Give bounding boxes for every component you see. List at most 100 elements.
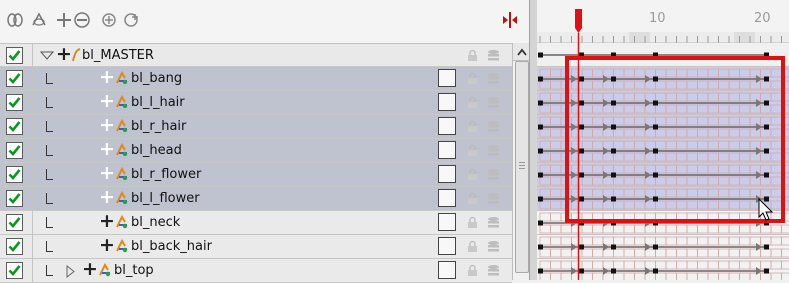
keyframe-marker: [764, 245, 769, 250]
keyframe-marker: [538, 245, 543, 250]
layer-color-swatch[interactable]: [438, 189, 456, 207]
layer-name[interactable]: bl_r_hair: [131, 119, 186, 134]
lock-icon[interactable]: [467, 216, 478, 229]
peg-plus-icon: +: [99, 116, 115, 135]
peg-plus-icon: +: [56, 45, 72, 64]
layer-visibility-checkbox[interactable]: [6, 70, 23, 87]
layer-name[interactable]: bl_back_hair: [131, 239, 212, 254]
tree-connector-icon: [46, 121, 53, 132]
keyframe-marker: [538, 125, 543, 130]
layer-color-swatch[interactable]: [438, 261, 456, 279]
playhead-handle: [575, 9, 582, 28]
layer-visibility-checkbox[interactable]: [6, 142, 23, 159]
layer-properties-icon[interactable]: [487, 144, 500, 157]
layer-properties-icon[interactable]: [487, 264, 500, 277]
onion-skin-alt-icon[interactable]: [30, 11, 48, 29]
keyframe-marker: [538, 101, 543, 106]
layer-row-master[interactable]: + bl_MASTER: [0, 43, 512, 67]
collapse-triangle-icon[interactable]: [40, 50, 54, 65]
add-layer-icon[interactable]: [100, 11, 118, 29]
keyframe-marker: [611, 149, 616, 154]
timeline-split-icon[interactable]: [501, 11, 519, 29]
keyframe-marker: [653, 197, 658, 202]
tree-connector-icon: [46, 73, 53, 84]
tree-connector-icon: [46, 265, 53, 276]
layer-properties-icon[interactable]: [487, 49, 500, 62]
lock-icon[interactable]: [467, 240, 478, 253]
layer-color-swatch[interactable]: [438, 141, 456, 159]
keyframe-marker: [538, 53, 543, 58]
lock-icon[interactable]: [467, 120, 478, 133]
layer-properties-icon[interactable]: [487, 96, 500, 109]
layer-name[interactable]: bl_bang: [131, 71, 182, 86]
function-curve-icon: [71, 48, 81, 66]
column-divider: [32, 259, 33, 283]
layer-row[interactable]: +bl_l_flower: [0, 187, 512, 211]
keyframe-marker: [764, 77, 769, 82]
layer-properties-icon[interactable]: [487, 168, 500, 181]
layer-name[interactable]: bl_l_hair: [131, 95, 185, 110]
lock-icon[interactable]: [467, 144, 478, 157]
layer-list-scrollbar[interactable]: [512, 43, 530, 280]
lock-icon[interactable]: [467, 72, 478, 85]
layer-properties-icon[interactable]: [487, 192, 500, 205]
layer-properties-icon[interactable]: [487, 120, 500, 133]
tree-connector-icon: [46, 97, 53, 108]
layer-name[interactable]: bl_r_flower: [131, 167, 201, 182]
peg-plus-icon: +: [99, 68, 115, 87]
keyframe-marker: [611, 101, 616, 106]
layer-visibility-checkbox[interactable]: [6, 94, 23, 111]
layer-name[interactable]: bl_neck: [131, 215, 180, 230]
layer-row[interactable]: +bl_neck: [0, 211, 512, 235]
ruler-shade: [629, 32, 650, 43]
layer-row[interactable]: +bl_l_hair: [0, 91, 512, 115]
layer-visibility-checkbox[interactable]: [6, 190, 23, 207]
drawing-layer-icon: [115, 167, 129, 181]
expand-all-icon[interactable]: [55, 11, 73, 29]
layer-color-swatch[interactable]: [438, 93, 456, 111]
lock-icon[interactable]: [467, 192, 478, 205]
layer-row[interactable]: + bl_bang: [0, 67, 512, 91]
lock-icon[interactable]: [467, 49, 478, 62]
layer-visibility-checkbox[interactable]: [6, 238, 23, 255]
layer-visibility-checkbox[interactable]: [6, 166, 23, 183]
layer-name[interactable]: bl_top: [114, 263, 154, 278]
lock-icon[interactable]: [467, 264, 478, 277]
layer-properties-icon[interactable]: [487, 216, 500, 229]
layer-color-swatch[interactable]: [438, 69, 456, 87]
keyframe-marker: [764, 101, 769, 106]
scroll-up-button[interactable]: [513, 43, 530, 61]
layer-visibility-checkbox[interactable]: [6, 262, 23, 279]
keyframe-marker: [653, 173, 658, 178]
layer-row[interactable]: +bl_back_hair: [0, 235, 512, 259]
layer-name[interactable]: bl_head: [131, 143, 182, 158]
lock-icon[interactable]: [467, 168, 478, 181]
layer-color-swatch[interactable]: [438, 165, 456, 183]
layer-row[interactable]: +bl_head: [0, 139, 512, 163]
layer-row[interactable]: +bl_r_flower: [0, 163, 512, 187]
keyframe-marker: [579, 77, 584, 82]
lock-icon[interactable]: [467, 96, 478, 109]
layer-name[interactable]: bl_MASTER: [82, 48, 154, 63]
drawing-layer-icon: [115, 191, 129, 205]
onion-skin-icon[interactable]: [6, 11, 24, 29]
keyframe-marker: [579, 173, 584, 178]
layer-visibility-checkbox[interactable]: [6, 47, 23, 64]
layer-name[interactable]: bl_l_flower: [131, 191, 200, 206]
layer-properties-icon[interactable]: [487, 72, 500, 85]
layer-color-swatch[interactable]: [438, 237, 456, 255]
layer-visibility-checkbox[interactable]: [6, 214, 23, 231]
scrollbar-thumb[interactable]: [515, 61, 529, 273]
layer-properties-icon[interactable]: [487, 240, 500, 253]
layer-row[interactable]: + bl_r_hair: [0, 115, 512, 139]
column-divider: [32, 67, 33, 91]
expand-triangle-icon[interactable]: [66, 265, 75, 282]
keyframe-marker: [579, 125, 584, 130]
collapse-all-icon[interactable]: [73, 11, 91, 29]
timeline-canvas[interactable]: [537, 0, 789, 280]
layer-color-swatch[interactable]: [438, 213, 456, 231]
layer-color-swatch[interactable]: [438, 117, 456, 135]
layer-row[interactable]: +bl_top: [0, 259, 512, 283]
add-peg-icon[interactable]: [123, 11, 141, 29]
layer-visibility-checkbox[interactable]: [6, 118, 23, 135]
